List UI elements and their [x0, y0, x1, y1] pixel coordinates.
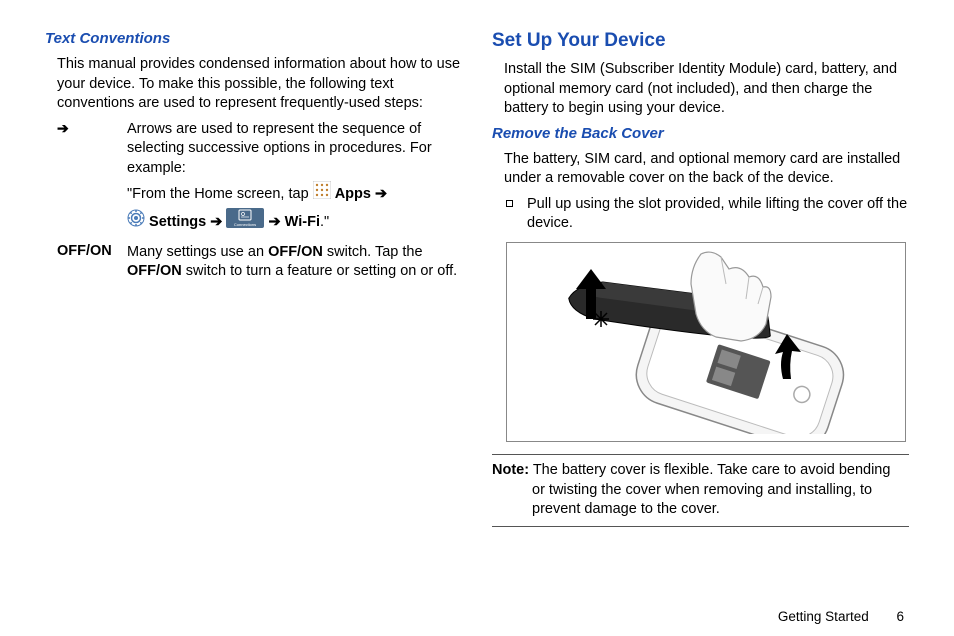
example-sequence: "From the Home screen, tap Apps ➔	[127, 181, 462, 236]
footer-page-number: 6	[896, 609, 904, 624]
heading-remove-cover: Remove the Back Cover	[492, 125, 909, 142]
connections-tab-icon: Connections	[226, 208, 264, 237]
para-remove-cover: The battery, SIM card, and optional memo…	[504, 150, 909, 189]
offon-description: Many settings use an OFF/ON switch. Tap …	[127, 243, 462, 282]
heading-text-conventions: Text Conventions	[45, 30, 462, 47]
square-bullet-icon	[506, 200, 513, 207]
page-footer: Getting Started 6	[778, 609, 904, 624]
note-label: Note:	[492, 462, 529, 478]
convention-arrow-row: ➔ Arrows are used to represent the seque…	[57, 120, 462, 237]
apps-grid-icon	[313, 181, 331, 208]
convention-offon-row: OFF/ON Many settings use an OFF/ON switc…	[57, 243, 462, 282]
arrow-3: ➔ Wi-Fi	[268, 214, 320, 230]
offon-label: OFF/ON	[57, 243, 127, 282]
remove-cover-illustration	[506, 242, 906, 442]
note-text-line1: The battery cover is flexible. Take care…	[529, 462, 890, 478]
para-conventions-intro: This manual provides condensed informati…	[57, 55, 462, 114]
note-block: Note: The battery cover is flexible. Tak…	[492, 454, 909, 527]
bullet-text: Pull up using the slot provided, while l…	[527, 195, 909, 234]
apps-label: Apps	[335, 187, 375, 203]
arrow-description: Arrows are used to represent the sequenc…	[127, 120, 462, 179]
settings-gear-icon	[127, 209, 145, 236]
example-prefix: "From the Home screen, tap	[127, 187, 313, 203]
arrow-2: ➔	[210, 214, 222, 230]
footer-section: Getting Started	[778, 609, 869, 624]
arrow-1: ➔	[375, 187, 387, 203]
note-text-line2: or twisting the cover when removing and …	[532, 481, 909, 520]
svg-text:Connections: Connections	[234, 222, 256, 227]
settings-label: Settings	[149, 214, 210, 230]
arrow-icon: ➔	[57, 120, 69, 136]
heading-setup-device: Set Up Your Device	[492, 30, 909, 52]
example-suffix: ."	[320, 214, 329, 230]
bullet-pull-cover: Pull up using the slot provided, while l…	[506, 195, 909, 234]
para-setup-intro: Install the SIM (Subscriber Identity Mod…	[504, 60, 909, 119]
